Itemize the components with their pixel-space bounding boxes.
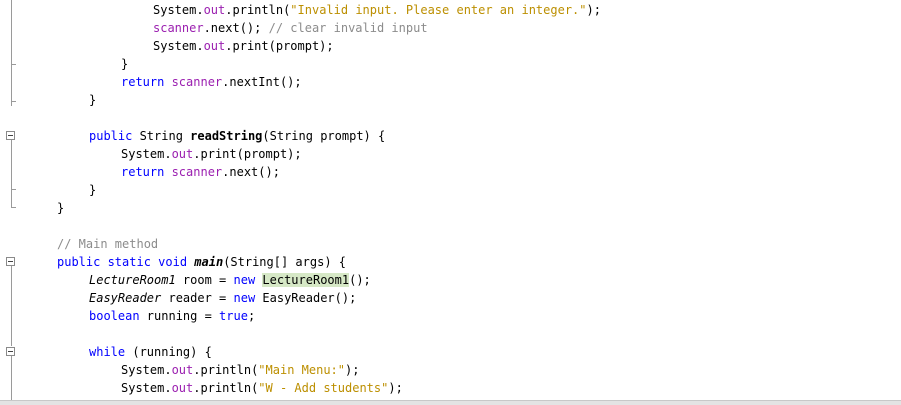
code-line[interactable]: LectureRoom1 room = new LectureRoom1(); <box>89 271 371 289</box>
code-line[interactable]: boolean running = true; <box>89 307 255 325</box>
code-token: // clear invalid input <box>268 21 428 35</box>
code-token: room = <box>175 273 234 287</box>
code-token: EasyReader(); <box>262 291 357 305</box>
code-token: scanner <box>153 21 204 35</box>
code-token: return <box>121 75 172 89</box>
code-token: return <box>121 165 172 179</box>
code-token: new <box>233 273 263 287</box>
code-token: LectureRoom1 <box>262 273 350 287</box>
code-token: ); <box>345 363 360 377</box>
code-token: (); <box>349 273 371 287</box>
code-token: .nextInt(); <box>222 75 302 89</box>
code-token: System. <box>121 381 172 395</box>
code-token: System. <box>153 3 204 17</box>
code-token: readString <box>190 129 263 143</box>
code-token: .print(prompt); <box>225 39 334 53</box>
code-line[interactable]: return scanner.nextInt(); <box>121 73 302 91</box>
code-line[interactable]: } <box>57 199 64 217</box>
code-token: out <box>171 147 194 161</box>
code-token: out <box>203 39 226 53</box>
code-token: (String[] args) { <box>223 255 347 269</box>
code-token: new <box>233 291 263 305</box>
code-line[interactable]: while (running) { <box>89 343 212 361</box>
code-token: running = <box>146 309 220 323</box>
code-token: EasyReader <box>89 291 162 305</box>
code-token: out <box>171 381 194 395</box>
code-line[interactable]: public String readString(String prompt) … <box>89 127 385 145</box>
code-line[interactable]: public static void main(String[] args) { <box>57 253 346 271</box>
code-line[interactable]: System.out.println("W - Add students"); <box>121 379 403 397</box>
code-line[interactable]: scanner.next(); // clear invalid input <box>153 19 428 37</box>
code-token: .next(); <box>203 21 269 35</box>
code-token: while <box>89 345 133 359</box>
code-token: scanner <box>171 165 223 179</box>
code-token: "Main Menu:" <box>258 363 345 377</box>
code-token: true <box>219 309 248 323</box>
code-token: "Invalid input. Please enter an integer.… <box>290 3 587 17</box>
code-token: } <box>121 57 129 71</box>
code-token: public <box>89 129 140 143</box>
code-token: .print(prompt); <box>193 147 302 161</box>
code-line[interactable]: } <box>89 91 96 109</box>
code-line[interactable]: System.out.print(prompt); <box>121 145 302 163</box>
code-token: "W - Add students" <box>258 381 389 395</box>
code-token: out <box>171 363 194 377</box>
code-token: String <box>139 129 191 143</box>
code-line[interactable]: } <box>121 55 128 73</box>
code-token: main <box>194 255 224 269</box>
code-token: System. <box>121 147 172 161</box>
code-editor[interactable]: System.out.println("Invalid input. Pleas… <box>0 0 901 400</box>
code-token: (running) { <box>132 345 212 359</box>
code-token: .println( <box>193 363 259 377</box>
code-token: out <box>203 3 226 17</box>
code-token: ; <box>247 309 256 323</box>
code-token: System. <box>153 39 204 53</box>
code-token: } <box>89 183 97 197</box>
code-token: boolean <box>89 309 147 323</box>
code-token: ); <box>586 3 601 17</box>
code-token: System. <box>121 363 172 377</box>
code-token: .println( <box>193 381 259 395</box>
code-line[interactable]: System.out.println("Main Menu:"); <box>121 361 359 379</box>
code-token: (String prompt) { <box>262 129 386 143</box>
code-token: // Main method <box>57 237 159 251</box>
code-line[interactable]: System.out.print(prompt); <box>153 37 334 55</box>
code-token: reader = <box>161 291 234 305</box>
code-token: ); <box>388 381 403 395</box>
code-token: } <box>57 201 65 215</box>
code-token: public static void <box>57 255 195 269</box>
code-token: scanner <box>171 75 223 89</box>
code-token: .next(); <box>222 165 280 179</box>
code-line[interactable]: // Main method <box>57 235 158 253</box>
code-line[interactable]: EasyReader reader = new EasyReader(); <box>89 289 356 307</box>
code-line[interactable]: System.out.println("Invalid input. Pleas… <box>153 1 601 19</box>
code-token: } <box>89 93 97 107</box>
code-token: LectureRoom1 <box>89 273 176 287</box>
horizontal-scrollbar[interactable] <box>0 400 901 405</box>
code-line[interactable]: } <box>89 181 96 199</box>
code-token: .println( <box>225 3 291 17</box>
code-line[interactable]: return scanner.next(); <box>121 163 280 181</box>
